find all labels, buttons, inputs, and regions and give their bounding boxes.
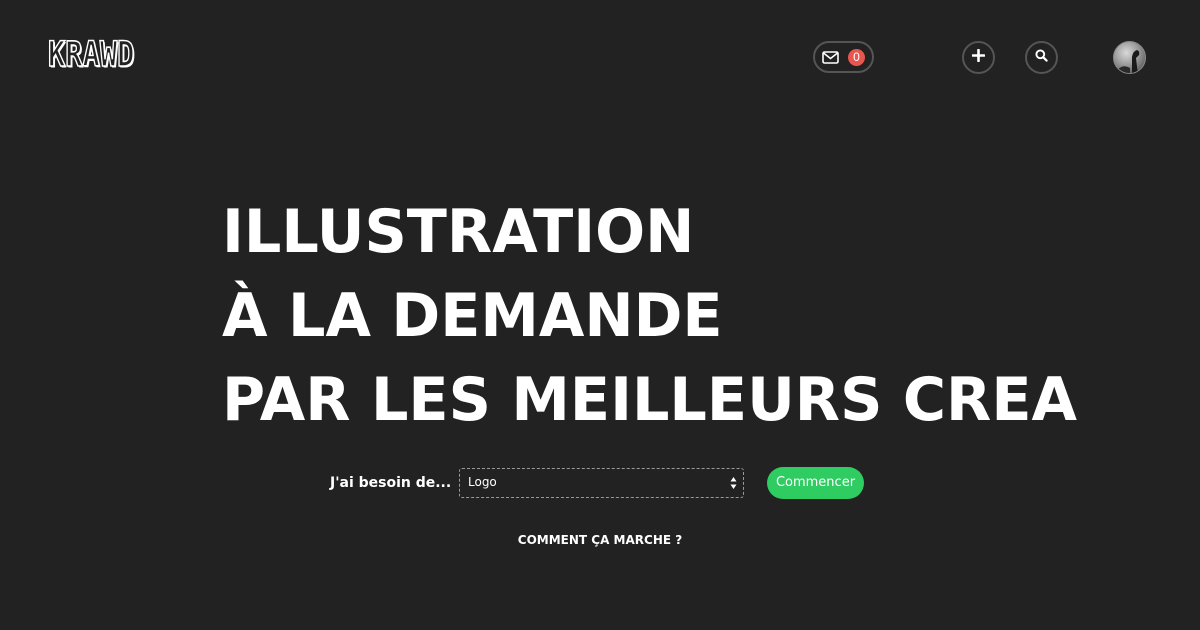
plus-icon bbox=[971, 48, 986, 67]
hero-line-3: PAR LES MEILLEURS CREA bbox=[222, 365, 1078, 435]
search-button[interactable] bbox=[1025, 41, 1058, 74]
user-avatar[interactable] bbox=[1113, 41, 1146, 74]
start-button[interactable]: Commencer bbox=[767, 467, 864, 499]
hero-line-1: ILLUSTRATION bbox=[222, 197, 695, 267]
how-it-works-link[interactable]: COMMENT ÇA MARCHE ? bbox=[0, 533, 1200, 547]
messages-button[interactable]: 0 bbox=[813, 41, 874, 73]
landing-page: KRAWD 0 ILLUSTRATION À LA DEMANDE PAR LE… bbox=[0, 0, 1200, 630]
search-icon bbox=[1035, 48, 1048, 67]
select-arrows-icon bbox=[730, 476, 737, 495]
add-button[interactable] bbox=[962, 41, 995, 74]
need-label: J'ai besoin de... bbox=[330, 475, 452, 491]
krawd-logo[interactable]: KRAWD bbox=[47, 37, 135, 74]
envelope-icon bbox=[822, 50, 839, 64]
messages-count-badge: 0 bbox=[848, 48, 865, 66]
category-select[interactable]: Logo bbox=[459, 468, 744, 498]
avatar-image bbox=[1118, 50, 1140, 73]
hero-line-2: À LA DEMANDE bbox=[222, 281, 723, 351]
request-form: J'ai besoin de... Logo Commencer bbox=[0, 466, 1200, 500]
how-it-works-label: COMMENT ÇA MARCHE ? bbox=[517, 533, 683, 547]
category-select-value: Logo bbox=[468, 475, 497, 489]
hero-heading: ILLUSTRATION À LA DEMANDE PAR LES MEILLE… bbox=[222, 190, 1162, 442]
